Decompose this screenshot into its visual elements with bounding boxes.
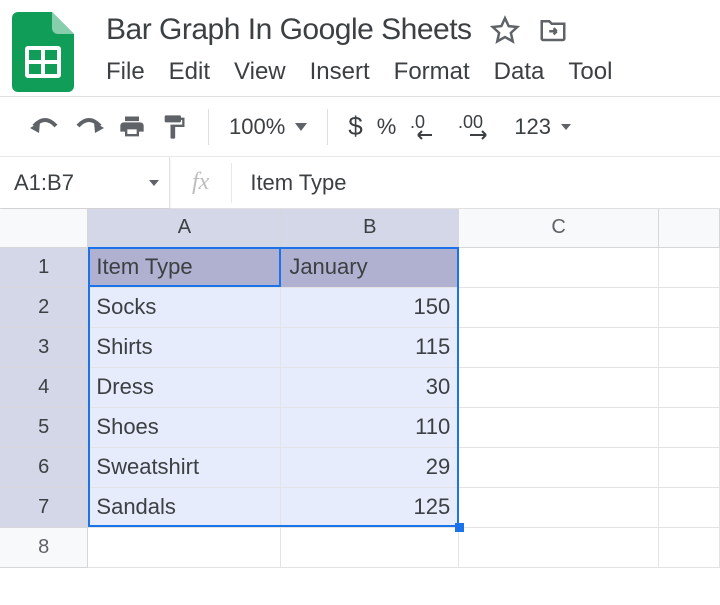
cell[interactable] <box>659 327 720 367</box>
cell[interactable] <box>659 247 720 287</box>
print-icon[interactable] <box>118 113 146 141</box>
doc-title[interactable]: Bar Graph In Google Sheets <box>106 13 472 47</box>
more-formats-label: 123 <box>514 114 551 140</box>
cell[interactable]: 29 <box>281 447 459 487</box>
toolbar-separator <box>327 109 328 145</box>
name-box-value: A1:B7 <box>14 170 74 196</box>
paint-format-icon[interactable] <box>160 113 188 141</box>
cell[interactable]: 150 <box>281 287 459 327</box>
column-header-d[interactable] <box>659 209 720 247</box>
zoom-select[interactable]: 100% <box>229 114 307 140</box>
cell[interactable] <box>281 527 459 567</box>
cell[interactable]: Shoes <box>88 407 281 447</box>
cell[interactable] <box>459 447 659 487</box>
menu-tools[interactable]: Tool <box>568 58 612 86</box>
zoom-value: 100% <box>229 114 285 140</box>
name-box[interactable]: A1:B7 <box>0 157 170 208</box>
move-to-folder-icon[interactable] <box>538 15 568 45</box>
column-header-c[interactable]: C <box>459 209 659 247</box>
svg-text:.00: .00 <box>458 112 483 132</box>
star-icon[interactable] <box>490 15 520 45</box>
spreadsheet-grid[interactable]: A B C 1 Item Type January 2 Socks 150 3 … <box>0 209 720 568</box>
cell[interactable]: January <box>281 247 459 287</box>
fx-icon: fx <box>170 169 231 196</box>
format-currency-button[interactable]: $ <box>348 111 362 142</box>
menu-file[interactable]: File <box>106 58 145 86</box>
svg-text:.0: .0 <box>410 112 425 132</box>
row-header[interactable]: 7 <box>0 487 88 527</box>
cell[interactable]: Socks <box>88 287 281 327</box>
row-header[interactable]: 8 <box>0 527 88 567</box>
row-header[interactable]: 1 <box>0 247 88 287</box>
cell[interactable]: Shirts <box>88 327 281 367</box>
menubar: File Edit View Insert Format Data Tool <box>106 52 714 96</box>
undo-icon[interactable] <box>30 116 60 138</box>
chevron-down-icon <box>295 123 307 131</box>
row-header[interactable]: 5 <box>0 407 88 447</box>
toolbar: 100% $ % .0 .00 123 <box>0 97 720 157</box>
fill-handle[interactable] <box>455 523 464 532</box>
cell[interactable]: 125 <box>281 487 459 527</box>
menu-edit[interactable]: Edit <box>169 58 210 86</box>
cell[interactable] <box>659 367 720 407</box>
more-formats-button[interactable]: 123 <box>514 114 571 140</box>
cell[interactable] <box>459 527 659 567</box>
column-header-b[interactable]: B <box>281 209 459 247</box>
cell[interactable] <box>659 407 720 447</box>
cell[interactable] <box>659 487 720 527</box>
increase-decimal-button[interactable]: .00 <box>458 112 500 142</box>
cell[interactable]: 110 <box>281 407 459 447</box>
chevron-down-icon <box>149 180 159 186</box>
formula-bar: A1:B7 fx Item Type <box>0 157 720 209</box>
cell[interactable] <box>659 527 720 567</box>
cell[interactable]: Dress <box>88 367 281 407</box>
cell[interactable] <box>459 247 659 287</box>
cell[interactable] <box>459 287 659 327</box>
format-percent-button[interactable]: % <box>377 114 397 140</box>
cell[interactable] <box>459 487 659 527</box>
column-header-a[interactable]: A <box>88 209 281 247</box>
cell[interactable] <box>659 447 720 487</box>
formula-bar-input[interactable]: Item Type <box>232 170 346 196</box>
menu-data[interactable]: Data <box>494 58 545 86</box>
cell[interactable]: Sweatshirt <box>88 447 281 487</box>
row-header[interactable]: 6 <box>0 447 88 487</box>
cell[interactable] <box>88 527 281 567</box>
row-header[interactable]: 2 <box>0 287 88 327</box>
select-all-corner[interactable] <box>0 209 88 247</box>
cell[interactable] <box>459 327 659 367</box>
row-header[interactable]: 4 <box>0 367 88 407</box>
decrease-decimal-button[interactable]: .0 <box>410 112 444 142</box>
sheets-logo-icon[interactable] <box>12 12 74 92</box>
menu-format[interactable]: Format <box>394 58 470 86</box>
toolbar-separator <box>208 109 209 145</box>
cell[interactable]: 115 <box>281 327 459 367</box>
cell[interactable]: 30 <box>281 367 459 407</box>
menu-view[interactable]: View <box>234 58 286 86</box>
row-header[interactable]: 3 <box>0 327 88 367</box>
cell[interactable] <box>459 407 659 447</box>
cell[interactable] <box>459 367 659 407</box>
chevron-down-icon <box>561 124 571 130</box>
redo-icon[interactable] <box>74 116 104 138</box>
cell[interactable]: Item Type <box>88 247 281 287</box>
cell[interactable] <box>659 287 720 327</box>
menu-insert[interactable]: Insert <box>310 58 370 86</box>
cell[interactable]: Sandals <box>88 487 281 527</box>
